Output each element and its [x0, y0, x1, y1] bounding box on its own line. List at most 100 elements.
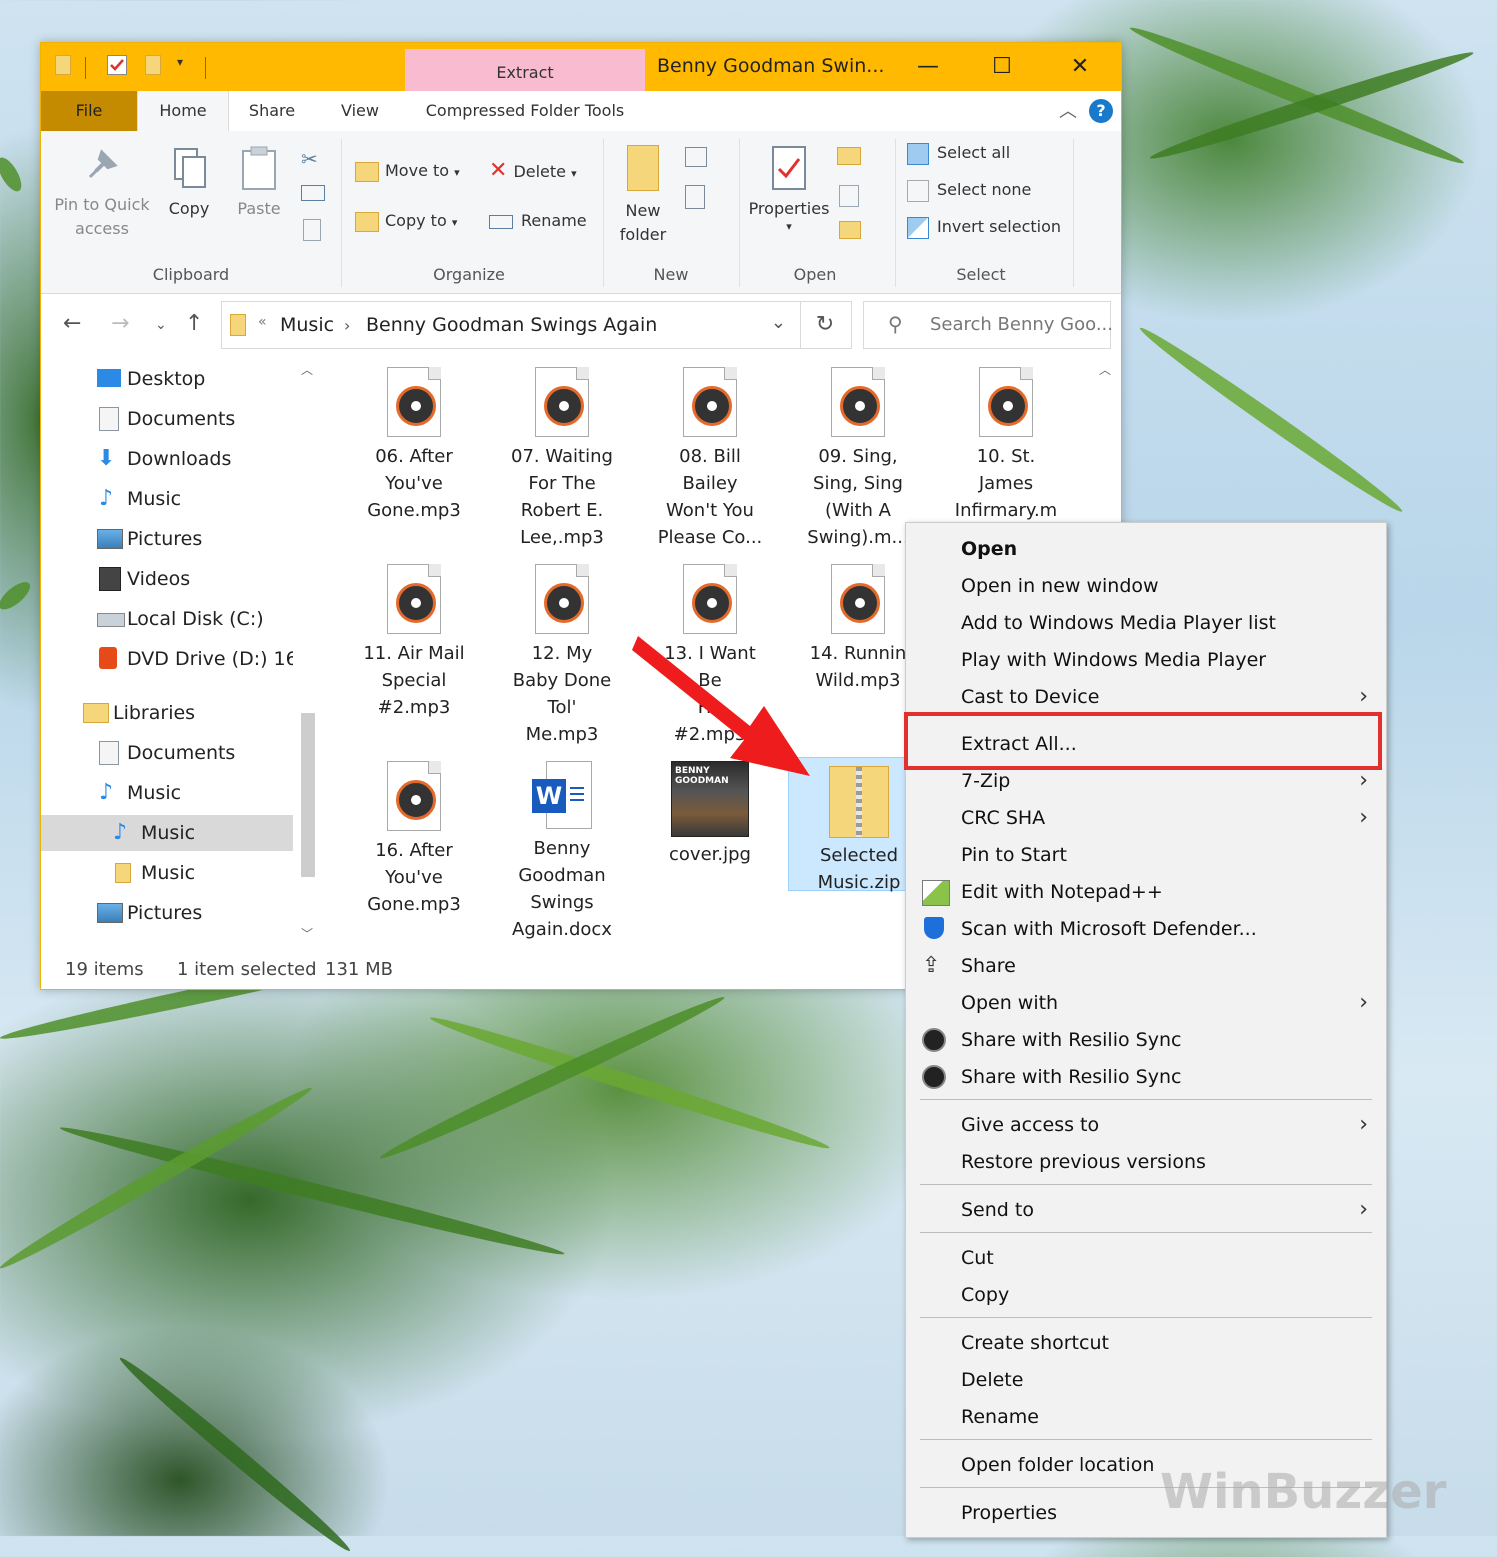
cut-icon[interactable]: ✂ — [301, 147, 318, 171]
tab-compressed-folder-tools[interactable]: Compressed Folder Tools — [405, 91, 645, 131]
collapse-ribbon-icon[interactable]: ︿ — [1059, 97, 1077, 123]
nav-item-library-music[interactable]: ♪ Music — [41, 775, 293, 811]
select-all-button[interactable]: Select all — [907, 139, 1010, 167]
menu-item-delete[interactable]: Delete — [906, 1362, 1386, 1398]
paste-shortcut-icon[interactable] — [303, 219, 321, 241]
edit-icon[interactable] — [839, 185, 859, 207]
navigation-scrollbar[interactable]: ︿ ﹀ — [297, 357, 321, 951]
nav-item-dvd-drive[interactable]: DVD Drive (D:) 16.0 — [41, 641, 293, 677]
easy-access-icon[interactable] — [685, 185, 705, 209]
select-none-button[interactable]: Select none — [907, 176, 1031, 204]
menu-item-create-shortcut[interactable]: Create shortcut — [906, 1325, 1386, 1361]
properties-button[interactable]: Properties ▾ — [747, 145, 831, 233]
tab-home[interactable]: Home — [137, 91, 229, 131]
nav-label: Music — [141, 862, 196, 884]
menu-item-scan-defender[interactable]: Scan with Microsoft Defender... — [906, 911, 1386, 947]
menu-item-play-with-wmp[interactable]: Play with Windows Media Player — [906, 642, 1386, 678]
menu-item-cut[interactable]: Cut — [906, 1240, 1386, 1276]
menu-item-edit-notepad-plus[interactable]: Edit with Notepad++ — [906, 874, 1386, 910]
file-item[interactable]: 06. After You've Gone.mp3 — [344, 367, 484, 524]
nav-item-local-disk[interactable]: Local Disk (C:) — [41, 601, 293, 637]
new-folder-icon[interactable] — [145, 55, 161, 75]
tab-file[interactable]: File — [41, 91, 137, 131]
menu-item-add-to-wmp-list[interactable]: Add to Windows Media Player list — [906, 605, 1386, 641]
address-dropdown-icon[interactable]: ⌄ — [771, 312, 786, 333]
forward-arrow-icon[interactable]: → — [111, 311, 129, 336]
file-item[interactable]: 07. Waiting For The Robert E. Lee,.mp3 — [492, 367, 632, 551]
delete-button[interactable]: ✕ Delete ▾ — [489, 157, 577, 185]
file-item[interactable]: 10. St. James Infirmary.m — [936, 367, 1076, 524]
maximize-button[interactable]: ☐ — [977, 51, 1027, 83]
paste-button[interactable]: Paste — [229, 145, 289, 221]
menu-item-give-access-to[interactable]: Give access to › — [906, 1107, 1386, 1143]
address-bar[interactable]: « Music › Benny Goodman Swings Again ⌄ — [221, 301, 801, 349]
overflow-chevron-icon[interactable]: « — [258, 314, 267, 330]
nav-item-libraries[interactable]: Libraries — [41, 695, 293, 731]
menu-item-share-resilio-2[interactable]: Share with Resilio Sync — [906, 1059, 1386, 1095]
nav-item-downloads[interactable]: ⬇ Downloads — [41, 441, 293, 477]
nav-item-documents[interactable]: Documents — [41, 401, 293, 437]
copy-button[interactable]: Copy — [159, 145, 219, 221]
open-icon[interactable] — [837, 147, 861, 165]
menu-item-restore-previous[interactable]: Restore previous versions — [906, 1144, 1386, 1180]
menu-item-open[interactable]: Open — [906, 531, 1386, 567]
breadcrumb-music[interactable]: Music — [280, 314, 334, 336]
new-folder-button[interactable]: New folder — [613, 145, 673, 247]
customize-toolbar-icon[interactable]: ▾ — [177, 55, 183, 79]
nav-item-music-selected[interactable]: ♪ Music — [41, 815, 293, 851]
tab-view[interactable]: View — [317, 91, 403, 131]
file-item[interactable]: 12. My Baby Done Tol' Me.mp3 — [492, 564, 632, 748]
extract-contextual-tab[interactable]: Extract — [405, 49, 645, 91]
pin-to-quick-access-button[interactable]: Pin to Quick access — [51, 145, 153, 241]
menu-item-pin-to-start[interactable]: Pin to Start — [906, 837, 1386, 873]
help-icon[interactable]: ? — [1089, 99, 1113, 123]
nav-item-videos[interactable]: Videos — [41, 561, 293, 597]
copy-to-button[interactable]: Copy to ▾ — [355, 207, 457, 235]
file-item[interactable]: W Benny Goodman Swings Again.docx — [492, 761, 632, 943]
minimize-button[interactable]: — — [903, 51, 953, 83]
menu-item-rename[interactable]: Rename — [906, 1399, 1386, 1435]
nav-item-library-pictures[interactable]: Pictures — [41, 895, 293, 931]
scrollbar-thumb[interactable] — [301, 713, 315, 877]
menu-item-crc-sha[interactable]: CRC SHA › — [906, 800, 1386, 836]
back-arrow-icon[interactable]: ← — [63, 311, 81, 336]
audio-file-icon — [979, 367, 1033, 437]
history-icon[interactable] — [839, 221, 861, 239]
menu-item-cast-to-device[interactable]: Cast to Device › — [906, 679, 1386, 715]
menu-item-share-resilio-1[interactable]: Share with Resilio Sync — [906, 1022, 1386, 1058]
breadcrumb-separator-icon[interactable]: › — [344, 316, 350, 335]
menu-item-send-to[interactable]: Send to › — [906, 1192, 1386, 1228]
file-name-line: cover.jpg — [669, 844, 751, 865]
menu-item-open-with[interactable]: Open with › — [906, 985, 1386, 1021]
file-item[interactable]: 11. Air Mail Special #2.mp3 — [344, 564, 484, 721]
invert-selection-button[interactable]: Invert selection — [907, 213, 1061, 241]
up-arrow-icon[interactable]: ↑ — [185, 311, 203, 336]
tab-share[interactable]: Share — [231, 91, 313, 131]
rename-button[interactable]: Rename — [489, 207, 587, 235]
scroll-up-icon[interactable]: ︿ — [301, 361, 313, 378]
nav-label: Libraries — [113, 702, 196, 724]
search-box[interactable]: ⚲ Search Benny Goo... — [863, 301, 1113, 349]
menu-item-share[interactable]: ⇪ Share — [906, 948, 1386, 984]
select-all-icon — [907, 142, 929, 165]
scroll-up-icon[interactable]: ︿ — [1099, 361, 1111, 378]
file-item[interactable]: 16. After You've Gone.mp3 — [344, 761, 484, 918]
nav-item-music-folder[interactable]: Music — [41, 855, 293, 891]
new-item-icon[interactable] — [685, 147, 707, 167]
properties-checkmark-icon[interactable] — [107, 55, 127, 75]
nav-item-music[interactable]: ♪ Music — [41, 481, 293, 517]
refresh-icon[interactable]: ↻ — [799, 301, 852, 349]
copy-path-icon[interactable] — [301, 185, 325, 201]
file-item[interactable]: 08. Bill Bailey Won't You Please Co... — [640, 367, 780, 551]
breadcrumb-current-folder[interactable]: Benny Goodman Swings Again — [366, 314, 657, 336]
recent-locations-icon[interactable]: ⌄ — [155, 317, 167, 333]
nav-item-desktop[interactable]: Desktop — [41, 361, 293, 397]
nav-item-library-documents[interactable]: Documents — [41, 735, 293, 771]
scroll-down-icon[interactable]: ﹀ — [301, 925, 313, 942]
menu-item-copy[interactable]: Copy — [906, 1277, 1386, 1313]
file-name-line: Benny — [533, 838, 591, 859]
move-to-button[interactable]: Move to ▾ — [355, 157, 460, 185]
close-button[interactable]: ✕ — [1055, 51, 1105, 83]
menu-item-open-new-window[interactable]: Open in new window — [906, 568, 1386, 604]
nav-item-pictures[interactable]: Pictures — [41, 521, 293, 557]
